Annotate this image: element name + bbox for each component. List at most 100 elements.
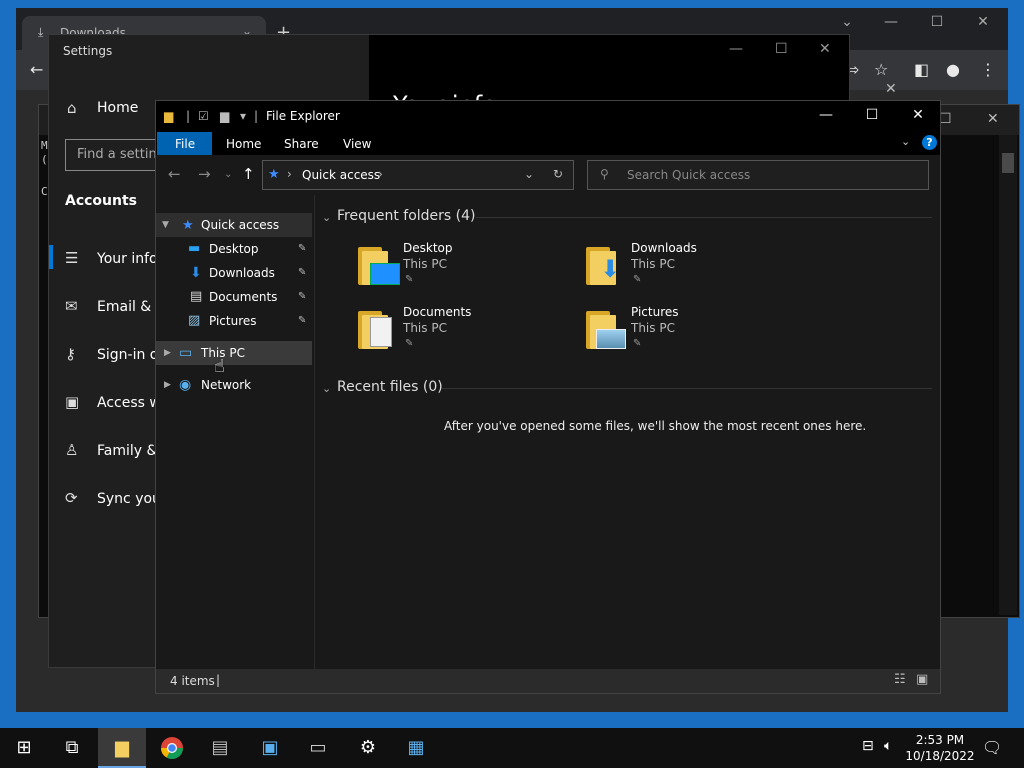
sidebar-icon[interactable]: ◧: [914, 60, 929, 79]
console-line: C: [41, 185, 48, 198]
key-icon: ⚷: [65, 345, 76, 363]
qat-new-folder-icon[interactable]: ▆: [220, 109, 229, 123]
breadcrumb-chevron-icon[interactable]: ›: [378, 167, 383, 181]
folder-icon-downloads: ⬇: [586, 245, 620, 285]
folder-icon-desktop: [358, 245, 400, 285]
collapsed-chevron-icon[interactable]: ▶: [164, 380, 171, 390]
settings-maximize-button[interactable]: ☐: [775, 41, 788, 57]
taskbar-file-explorer[interactable]: ▆: [98, 728, 146, 768]
nav-your-info[interactable]: Your info: [97, 251, 158, 267]
start-button[interactable]: ⊞: [0, 728, 48, 768]
network-icon: ◉: [179, 377, 192, 393]
tree-item-documents[interactable]: Documents: [209, 290, 277, 304]
folder-tile-desktop[interactable]: Desktop: [403, 241, 453, 255]
explorer-minimize-button[interactable]: —: [816, 107, 836, 123]
forward-arrow-icon[interactable]: →: [198, 165, 211, 183]
computer-icon: ▭: [179, 345, 193, 361]
explorer-close-button[interactable]: ✕: [908, 107, 928, 123]
group-collapse-chevron-icon[interactable]: ⌄: [322, 382, 331, 395]
help-icon[interactable]: ?: [922, 135, 937, 150]
console-scroll-thumb[interactable]: [1002, 153, 1014, 173]
taskbar-settings[interactable]: ⚙: [344, 728, 392, 768]
explorer-maximize-button[interactable]: ☐: [862, 107, 882, 123]
taskbar-notepad[interactable]: ▤: [196, 728, 244, 768]
collapsed-chevron-icon[interactable]: ▶: [164, 348, 171, 358]
group-divider: [442, 388, 932, 389]
selected-indicator: [49, 245, 53, 269]
recent-files-header[interactable]: Recent files (0): [337, 379, 443, 395]
explorer-title: File Explorer: [266, 109, 340, 123]
console-close-button[interactable]: ✕: [987, 111, 999, 127]
taskbar-remote-desktop[interactable]: ▦: [392, 728, 440, 768]
address-breadcrumb[interactable]: Quick access: [302, 168, 380, 182]
file-explorer-window: ▆ | ☑ ▆ ▾ | File Explorer — ☐ ✕ File Hom…: [155, 100, 941, 694]
large-icons-view-icon[interactable]: ▣: [916, 672, 928, 687]
tree-item-network[interactable]: Network: [201, 378, 251, 392]
folder-tile-downloads[interactable]: Downloads: [631, 241, 697, 255]
system-clock[interactable]: 2:53 PM 10/18/2022: [900, 732, 980, 764]
settings-minimize-button[interactable]: —: [729, 41, 743, 57]
ribbon-tabs: [156, 131, 940, 155]
taskbar-chrome[interactable]: [148, 728, 196, 768]
sync-icon: ⟳: [65, 489, 78, 507]
back-arrow-icon[interactable]: ←: [168, 165, 181, 183]
ribbon-tab-home[interactable]: Home: [226, 137, 261, 151]
frequent-folders-header[interactable]: Frequent folders (4): [337, 208, 476, 224]
up-arrow-icon[interactable]: ↑: [242, 165, 255, 183]
settings-section-title: Accounts: [65, 193, 138, 209]
chrome-tab-search-icon[interactable]: ⌄: [832, 14, 862, 30]
console-scrollbar[interactable]: [999, 135, 1017, 615]
folder-tile-pictures[interactable]: Pictures: [631, 305, 679, 319]
tree-item-pictures[interactable]: Pictures: [209, 314, 257, 328]
ribbon-tab-share[interactable]: Share: [284, 137, 319, 151]
qat-separator: |: [186, 109, 191, 123]
qat-separator: |: [254, 109, 259, 123]
clock-date: 10/18/2022: [905, 749, 975, 763]
console-line: M: [41, 139, 48, 152]
family-icon: ♙: [65, 441, 79, 459]
expand-ribbon-chevron-icon[interactable]: ⌄: [901, 135, 910, 148]
back-arrow-icon[interactable]: ←: [30, 60, 43, 79]
console-extra-close-icon[interactable]: ✕: [885, 81, 897, 97]
quick-access-star-icon: ★: [268, 167, 280, 182]
folder-tile-documents[interactable]: Documents: [403, 305, 471, 319]
settings-close-button[interactable]: ✕: [819, 41, 831, 57]
status-separator: |: [216, 673, 221, 687]
refresh-icon[interactable]: ↻: [553, 167, 563, 181]
group-collapse-chevron-icon[interactable]: ⌄: [322, 211, 331, 224]
pane-divider[interactable]: [314, 195, 315, 671]
settings-home-link[interactable]: Home: [97, 100, 138, 116]
console-line: (: [41, 153, 48, 166]
chrome-minimize-button[interactable]: —: [876, 14, 906, 30]
briefcase-icon: ▣: [65, 393, 80, 411]
menu-icon[interactable]: ⋮: [980, 60, 996, 79]
tree-item-desktop[interactable]: Desktop: [209, 242, 259, 256]
star-icon[interactable]: ☆: [874, 60, 888, 79]
folder-icon-pictures: [586, 309, 626, 349]
qat-dropdown-icon[interactable]: ▾: [240, 109, 246, 123]
network-icon[interactable]: ⊟: [862, 738, 874, 754]
settings-search-placeholder: Find a setting: [77, 147, 165, 162]
pin-icon: ✎: [298, 267, 307, 278]
folder-location: This PC: [631, 257, 675, 271]
navigation-pane: [156, 211, 314, 671]
recent-locations-chevron-icon[interactable]: ⌄: [224, 169, 232, 180]
ribbon-tab-view[interactable]: View: [343, 137, 371, 151]
taskbar-command-prompt[interactable]: ▭: [294, 728, 342, 768]
profile-icon[interactable]: ●: [946, 60, 960, 79]
search-placeholder: Search Quick access: [627, 168, 751, 182]
expanded-chevron-icon[interactable]: ▼: [162, 220, 169, 230]
chrome-maximize-button[interactable]: ☐: [922, 14, 952, 30]
taskbar-control-panel[interactable]: ▣: [246, 728, 294, 768]
volume-icon[interactable]: 🔈︎: [884, 738, 892, 754]
breadcrumb-chevron-icon[interactable]: ›: [287, 167, 292, 181]
tree-item-downloads[interactable]: Downloads: [209, 266, 275, 280]
chrome-close-button[interactable]: ✕: [968, 14, 998, 30]
task-view-button[interactable]: ⧉: [48, 728, 96, 768]
notifications-icon[interactable]: 🗨︎: [982, 738, 1002, 757]
qat-properties-icon[interactable]: ☑: [198, 109, 209, 123]
ribbon-file-label: File: [175, 137, 196, 151]
pin-icon: ✎: [405, 338, 414, 349]
address-dropdown-icon[interactable]: ⌄: [524, 167, 534, 181]
details-view-icon[interactable]: ☷: [894, 672, 906, 687]
